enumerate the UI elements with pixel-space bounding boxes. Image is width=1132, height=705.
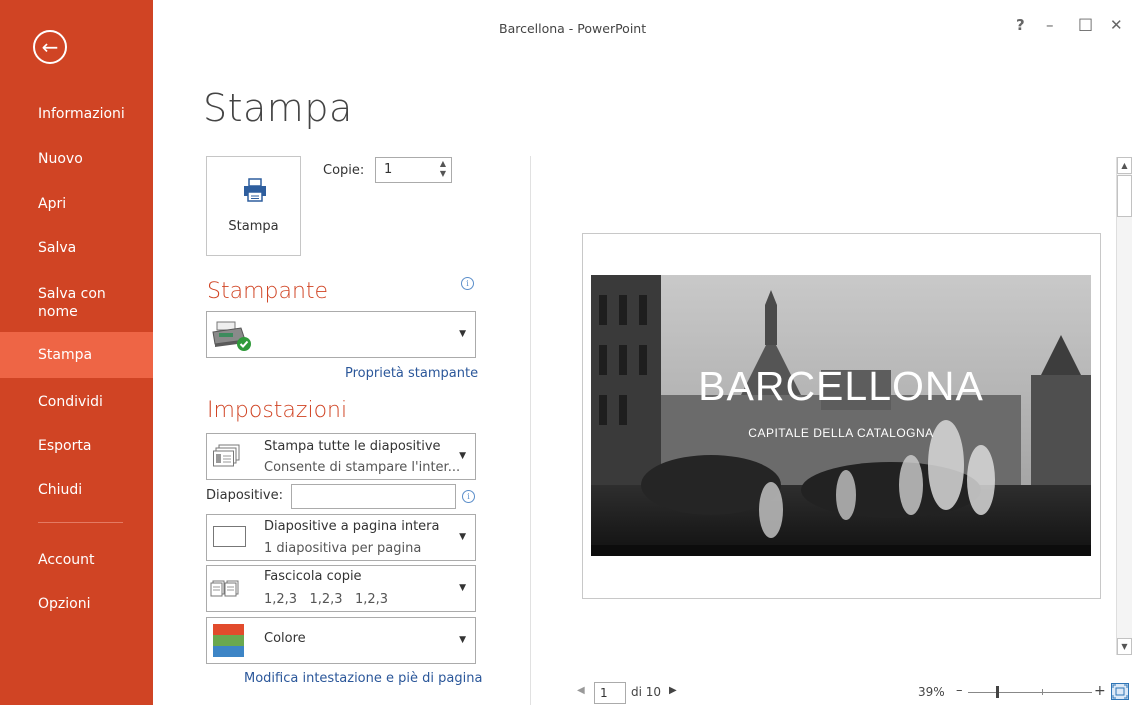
- help-icon[interactable]: ?: [1016, 16, 1025, 34]
- layout-subtitle: 1 diapositiva per pagina: [264, 541, 422, 556]
- color-title: Colore: [264, 631, 306, 646]
- layout-title: Diapositive a pagina intera: [264, 519, 440, 534]
- maximize-button[interactable]: □: [1078, 14, 1093, 33]
- print-range-dropdown[interactable]: Stampa tutte le diapositive Consente di …: [206, 433, 476, 480]
- scroll-up-icon[interactable]: ▲: [1117, 157, 1132, 174]
- next-page-icon[interactable]: ▶: [669, 685, 677, 696]
- nav-item-label: Stampa: [38, 347, 93, 363]
- collate-title: Fascicola copie: [264, 569, 362, 584]
- collate-icon: [210, 580, 240, 602]
- nav-item-salva[interactable]: Salva: [0, 239, 153, 257]
- printer-icon: [243, 177, 267, 207]
- nav-item-salva-con-nome[interactable]: Salva con nome: [0, 285, 153, 321]
- close-button[interactable]: ✕: [1110, 16, 1123, 34]
- scrollbar-thumb[interactable]: [1117, 175, 1132, 217]
- zoom-slider-thumb[interactable]: [996, 686, 999, 698]
- chevron-down-icon: ▼: [459, 583, 466, 593]
- nav-item-label: Nuovo: [38, 151, 83, 167]
- info-icon[interactable]: i: [462, 490, 475, 503]
- nav-item-esporta[interactable]: Esporta: [0, 437, 153, 455]
- print-range-title: Stampa tutte le diapositive: [264, 439, 441, 454]
- page-count: di 10: [631, 685, 662, 699]
- minimize-button[interactable]: –: [1046, 16, 1054, 34]
- title-bar: Barcellona - PowerPoint ? – □ ✕: [153, 0, 1132, 56]
- sidebar-divider: [38, 522, 123, 523]
- scroll-down-icon[interactable]: ▼: [1117, 638, 1132, 655]
- page-title: Stampa: [203, 86, 353, 130]
- nav-item-label: Condividi: [38, 394, 103, 410]
- nav-item-apri[interactable]: Apri: [0, 195, 153, 213]
- collate-subtitle: 1,2,3 1,2,3 1,2,3: [264, 592, 389, 607]
- backstage-sidebar: ← Informazioni Nuovo Apri Salva Salva co…: [0, 0, 153, 705]
- chevron-down-icon: ▼: [459, 635, 466, 645]
- slide-preview: BARCELLONA CAPITALE DELLA CATALOGNA: [591, 275, 1091, 556]
- slide-subtitle: CAPITALE DELLA CATALOGNA: [748, 426, 934, 440]
- nav-item-label: Salva: [38, 240, 77, 256]
- spin-arrows-icon[interactable]: ▲ ▼: [440, 159, 446, 179]
- full-page-slide-icon: [213, 526, 246, 547]
- printer-heading: Stampante: [207, 279, 329, 304]
- copies-value[interactable]: 1: [384, 162, 392, 177]
- slides-input[interactable]: [291, 484, 456, 509]
- zoom-out-button[interactable]: –: [956, 683, 963, 698]
- fit-to-window-icon[interactable]: [1111, 683, 1129, 700]
- nav-item-account[interactable]: Account: [0, 551, 153, 569]
- printer-properties-link[interactable]: Proprietà stampante: [345, 366, 478, 381]
- nav-item-stampa[interactable]: Stampa: [0, 332, 153, 378]
- nav-item-label: Apri: [38, 196, 67, 212]
- print-button-label: Stampa: [228, 219, 279, 234]
- nav-item-label: Opzioni: [38, 596, 91, 612]
- printer-ready-icon: [211, 318, 253, 356]
- panel-divider: [530, 156, 531, 705]
- copies-label: Copie:: [323, 163, 365, 178]
- color-dropdown[interactable]: Colore ▼: [206, 617, 476, 664]
- color-icon: [213, 624, 244, 657]
- nav-item-informazioni[interactable]: Informazioni: [0, 105, 153, 123]
- all-slides-icon: [213, 444, 241, 472]
- nav-item-nuovo[interactable]: Nuovo: [0, 150, 153, 168]
- edit-header-footer-link[interactable]: Modifica intestazione e piè di pagina: [244, 671, 482, 686]
- zoom-slider-track[interactable]: [968, 692, 1092, 693]
- nav-item-opzioni[interactable]: Opzioni: [0, 595, 153, 613]
- chevron-down-icon: ▼: [459, 532, 466, 542]
- nav-item-label: Informazioni: [38, 106, 125, 122]
- zoom-tick: [1042, 689, 1043, 695]
- nav-item-chiudi[interactable]: Chiudi: [0, 481, 153, 499]
- preview-scrollbar[interactable]: ▲ ▼: [1116, 157, 1132, 655]
- nav-item-label: Esporta: [38, 438, 92, 454]
- nav-item-condividi[interactable]: Condividi: [0, 393, 153, 411]
- previous-page-icon[interactable]: ◀: [577, 685, 585, 696]
- zoom-in-button[interactable]: +: [1094, 683, 1106, 699]
- slides-label: Diapositive:: [206, 488, 283, 503]
- collate-dropdown[interactable]: Fascicola copie 1,2,3 1,2,3 1,2,3 ▼: [206, 565, 476, 612]
- chevron-down-icon: ▼: [459, 329, 466, 339]
- zoom-level[interactable]: 39%: [918, 685, 945, 699]
- back-button[interactable]: ←: [33, 30, 67, 64]
- print-range-subtitle: Consente di stampare l'inter...: [264, 460, 461, 475]
- copies-stepper[interactable]: 1 ▲ ▼: [375, 157, 452, 183]
- nav-item-label: Account: [38, 552, 95, 568]
- layout-dropdown[interactable]: Diapositive a pagina intera 1 diapositiv…: [206, 514, 476, 561]
- nav-item-label: Chiudi: [38, 482, 83, 498]
- printer-dropdown[interactable]: ▼: [206, 311, 476, 358]
- page-number-input[interactable]: 1: [594, 682, 626, 704]
- chevron-down-icon: ▼: [459, 451, 466, 461]
- info-icon[interactable]: i: [461, 277, 474, 290]
- settings-heading: Impostazioni: [207, 398, 348, 423]
- slide-title: BARCELLONA: [698, 363, 984, 409]
- nav-item-label: Salva con nome: [38, 286, 106, 320]
- arrow-left-icon: ←: [41, 35, 59, 59]
- print-button[interactable]: Stampa: [206, 156, 301, 256]
- page-number-value[interactable]: 1: [600, 686, 608, 700]
- barcelona-photo: [591, 275, 1091, 556]
- window-title: Barcellona - PowerPoint: [499, 21, 647, 36]
